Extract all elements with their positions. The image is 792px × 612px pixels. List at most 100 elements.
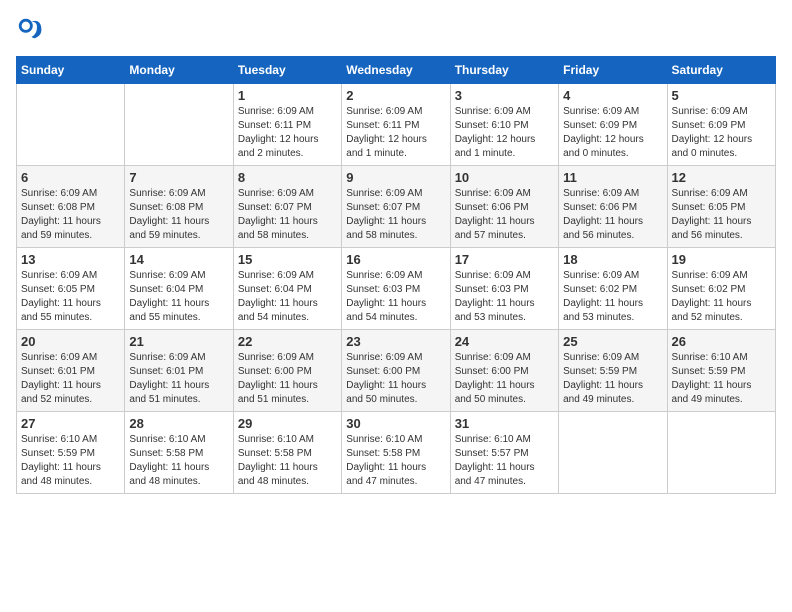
day-number: 27 [21, 416, 120, 431]
day-number: 28 [129, 416, 228, 431]
day-number: 24 [455, 334, 554, 349]
weekday-header: Friday [559, 57, 667, 84]
calendar-week-row: 1 Sunrise: 6:09 AM Sunset: 6:11 PM Daylig… [17, 84, 776, 166]
day-info: Sunrise: 6:09 AM Sunset: 6:10 PM Dayligh… [455, 105, 554, 161]
day-number: 7 [129, 170, 228, 185]
calendar-cell: 8 Sunrise: 6:09 AM Sunset: 6:07 PM Daylig… [233, 166, 341, 248]
day-number: 2 [346, 88, 445, 103]
day-info: Sunrise: 6:09 AM Sunset: 5:59 PM Dayligh… [563, 351, 662, 407]
day-info: Sunrise: 6:09 AM Sunset: 6:01 PM Dayligh… [129, 351, 228, 407]
calendar-week-row: 6 Sunrise: 6:09 AM Sunset: 6:08 PM Daylig… [17, 166, 776, 248]
logo [16, 16, 48, 44]
weekday-header: Monday [125, 57, 233, 84]
day-info: Sunrise: 6:09 AM Sunset: 6:09 PM Dayligh… [563, 105, 662, 161]
day-info: Sunrise: 6:09 AM Sunset: 6:09 PM Dayligh… [672, 105, 771, 161]
day-number: 15 [238, 252, 337, 267]
day-number: 9 [346, 170, 445, 185]
calendar-cell: 17 Sunrise: 6:09 AM Sunset: 6:03 PM Dayli… [450, 248, 558, 330]
day-info: Sunrise: 6:09 AM Sunset: 6:00 PM Dayligh… [455, 351, 554, 407]
day-info: Sunrise: 6:09 AM Sunset: 6:06 PM Dayligh… [455, 187, 554, 243]
day-number: 6 [21, 170, 120, 185]
day-info: Sunrise: 6:09 AM Sunset: 6:02 PM Dayligh… [672, 269, 771, 325]
calendar-cell: 15 Sunrise: 6:09 AM Sunset: 6:04 PM Dayli… [233, 248, 341, 330]
day-number: 5 [672, 88, 771, 103]
calendar-cell: 21 Sunrise: 6:09 AM Sunset: 6:01 PM Dayli… [125, 330, 233, 412]
calendar-week-row: 27Sunrise: 6:10 AM Sunset: 5:59 PM Dayli… [17, 412, 776, 494]
day-info: Sunrise: 6:09 AM Sunset: 6:00 PM Dayligh… [238, 351, 337, 407]
day-number: 21 [129, 334, 228, 349]
calendar-cell [125, 84, 233, 166]
day-number: 13 [21, 252, 120, 267]
day-info: Sunrise: 6:09 AM Sunset: 6:04 PM Dayligh… [238, 269, 337, 325]
calendar-cell: 6Sunrise: 6:09 AM Sunset: 6:08 PM Daylig… [17, 166, 125, 248]
day-number: 29 [238, 416, 337, 431]
day-info: Sunrise: 6:09 AM Sunset: 6:02 PM Dayligh… [563, 269, 662, 325]
calendar-cell: 22 Sunrise: 6:09 AM Sunset: 6:00 PM Dayli… [233, 330, 341, 412]
day-number: 17 [455, 252, 554, 267]
page-header [16, 16, 776, 44]
weekday-header: Thursday [450, 57, 558, 84]
calendar-cell: 1 Sunrise: 6:09 AM Sunset: 6:11 PM Daylig… [233, 84, 341, 166]
day-number: 16 [346, 252, 445, 267]
day-number: 8 [238, 170, 337, 185]
calendar-cell [667, 412, 775, 494]
day-info: Sunrise: 6:10 AM Sunset: 5:57 PM Dayligh… [455, 433, 554, 489]
day-info: Sunrise: 6:09 AM Sunset: 6:01 PM Dayligh… [21, 351, 120, 407]
calendar-cell: 20Sunrise: 6:09 AM Sunset: 6:01 PM Dayli… [17, 330, 125, 412]
day-info: Sunrise: 6:09 AM Sunset: 6:04 PM Dayligh… [129, 269, 228, 325]
day-number: 30 [346, 416, 445, 431]
day-number: 4 [563, 88, 662, 103]
day-number: 19 [672, 252, 771, 267]
day-number: 11 [563, 170, 662, 185]
day-info: Sunrise: 6:09 AM Sunset: 6:11 PM Dayligh… [238, 105, 337, 161]
calendar-header-row: SundayMondayTuesdayWednesdayThursdayFrid… [17, 57, 776, 84]
calendar-cell: 9Sunrise: 6:09 AM Sunset: 6:07 PM Daylig… [342, 166, 450, 248]
calendar-week-row: 20Sunrise: 6:09 AM Sunset: 6:01 PM Dayli… [17, 330, 776, 412]
day-number: 12 [672, 170, 771, 185]
calendar-cell: 12 Sunrise: 6:09 AM Sunset: 6:05 PM Dayli… [667, 166, 775, 248]
day-info: Sunrise: 6:10 AM Sunset: 5:59 PM Dayligh… [672, 351, 771, 407]
day-number: 14 [129, 252, 228, 267]
day-number: 23 [346, 334, 445, 349]
calendar-cell: 11 Sunrise: 6:09 AM Sunset: 6:06 PM Dayli… [559, 166, 667, 248]
calendar-cell: 23 Sunrise: 6:09 AM Sunset: 6:00 PM Dayli… [342, 330, 450, 412]
day-info: Sunrise: 6:09 AM Sunset: 6:07 PM Dayligh… [238, 187, 337, 243]
calendar-cell: 30 Sunrise: 6:10 AM Sunset: 5:58 PM Dayli… [342, 412, 450, 494]
calendar-cell: 4 Sunrise: 6:09 AM Sunset: 6:09 PM Daylig… [559, 84, 667, 166]
calendar-cell: 10Sunrise: 6:09 AM Sunset: 6:06 PM Dayli… [450, 166, 558, 248]
day-number: 3 [455, 88, 554, 103]
weekday-header: Wednesday [342, 57, 450, 84]
calendar-cell: 24 Sunrise: 6:09 AM Sunset: 6:00 PM Dayli… [450, 330, 558, 412]
calendar-cell: 7 Sunrise: 6:09 AM Sunset: 6:08 PM Daylig… [125, 166, 233, 248]
day-info: Sunrise: 6:09 AM Sunset: 6:00 PM Dayligh… [346, 351, 445, 407]
calendar-table: SundayMondayTuesdayWednesdayThursdayFrid… [16, 56, 776, 494]
day-info: Sunrise: 6:09 AM Sunset: 6:06 PM Dayligh… [563, 187, 662, 243]
weekday-header: Saturday [667, 57, 775, 84]
logo-icon [16, 16, 44, 44]
day-number: 31 [455, 416, 554, 431]
calendar-cell: 16 Sunrise: 6:09 AM Sunset: 6:03 PM Dayli… [342, 248, 450, 330]
calendar-week-row: 13 Sunrise: 6:09 AM Sunset: 6:05 PM Dayli… [17, 248, 776, 330]
day-info: Sunrise: 6:10 AM Sunset: 5:58 PM Dayligh… [346, 433, 445, 489]
weekday-header: Tuesday [233, 57, 341, 84]
day-info: Sunrise: 6:09 AM Sunset: 6:05 PM Dayligh… [21, 269, 120, 325]
day-number: 22 [238, 334, 337, 349]
calendar-cell: 18Sunrise: 6:09 AM Sunset: 6:02 PM Dayli… [559, 248, 667, 330]
calendar-cell: 31 Sunrise: 6:10 AM Sunset: 5:57 PM Dayli… [450, 412, 558, 494]
calendar-cell: 19 Sunrise: 6:09 AM Sunset: 6:02 PM Dayli… [667, 248, 775, 330]
day-info: Sunrise: 6:09 AM Sunset: 6:05 PM Dayligh… [672, 187, 771, 243]
day-info: Sunrise: 6:09 AM Sunset: 6:03 PM Dayligh… [346, 269, 445, 325]
calendar-cell: 2Sunrise: 6:09 AM Sunset: 6:11 PM Daylig… [342, 84, 450, 166]
day-number: 25 [563, 334, 662, 349]
weekday-header: Sunday [17, 57, 125, 84]
day-number: 1 [238, 88, 337, 103]
calendar-cell: 29 Sunrise: 6:10 AM Sunset: 5:58 PM Dayli… [233, 412, 341, 494]
calendar-cell: 27Sunrise: 6:10 AM Sunset: 5:59 PM Dayli… [17, 412, 125, 494]
calendar-cell [17, 84, 125, 166]
day-info: Sunrise: 6:10 AM Sunset: 5:58 PM Dayligh… [238, 433, 337, 489]
calendar-cell: 14 Sunrise: 6:09 AM Sunset: 6:04 PM Dayli… [125, 248, 233, 330]
day-info: Sunrise: 6:09 AM Sunset: 6:03 PM Dayligh… [455, 269, 554, 325]
calendar-cell: 13 Sunrise: 6:09 AM Sunset: 6:05 PM Dayli… [17, 248, 125, 330]
calendar-cell: 5 Sunrise: 6:09 AM Sunset: 6:09 PM Daylig… [667, 84, 775, 166]
day-info: Sunrise: 6:09 AM Sunset: 6:08 PM Dayligh… [129, 187, 228, 243]
